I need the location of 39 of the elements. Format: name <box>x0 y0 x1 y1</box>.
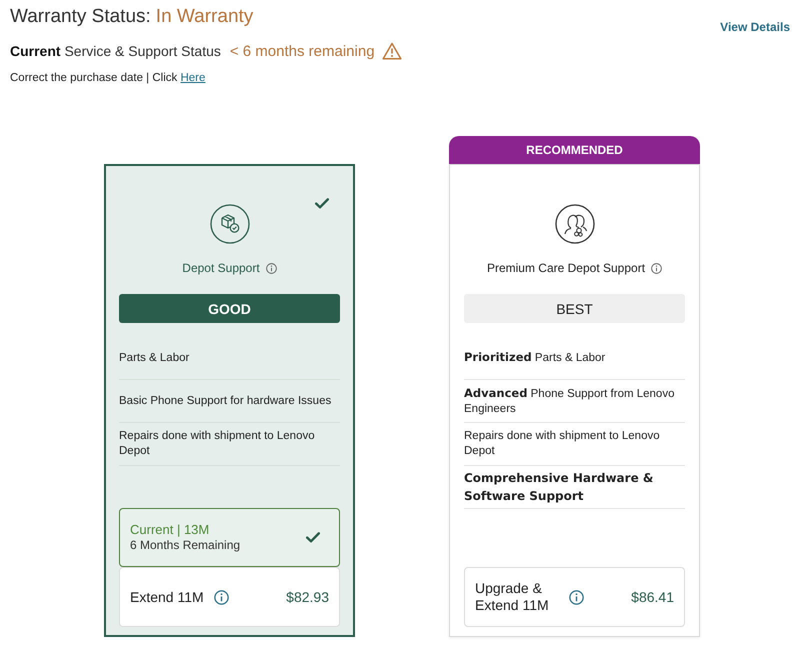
info-icon[interactable] <box>266 262 277 274</box>
extend-label: Upgrade & Extend 11M <box>475 580 550 614</box>
tier-label: GOOD <box>119 294 340 323</box>
price-text: $86.41 <box>631 589 674 605</box>
remaining-time-text: < 6 months remaining <box>230 42 375 60</box>
price-text: $82.93 <box>286 589 329 605</box>
people-icon <box>554 204 594 244</box>
feature-text: Basic Phone Support for hardware Issues <box>119 394 332 408</box>
package-icon <box>210 204 250 244</box>
check-icon <box>315 198 329 209</box>
plan-card[interactable] <box>449 164 700 637</box>
feature-text: Prioritized Parts & Labor <box>464 350 606 366</box>
plan-card[interactable]: Depot Support GOOD Parts & Labor Basic Phone Support for hardware Issues Repairs done with shipment to Lenovo Depot Current | 13M 6 Months Remaining Extend 11M $82.93 <box>104 164 355 637</box>
tier-label: BEST <box>464 294 685 323</box>
feature-text: Repairs done with shipment to Lenovo Depot <box>119 429 316 459</box>
feature-text: Advanced Phone Support from Lenovo Engineers <box>464 386 676 416</box>
extend-label: Extend 11M <box>130 588 204 606</box>
here-link[interactable]: Here <box>180 72 206 84</box>
info-icon[interactable] <box>214 590 229 604</box>
plan-name: Depot Support <box>182 261 260 275</box>
purchase-date-note: Correct the purchase date | Click Here <box>10 71 206 86</box>
feature-text: Comprehensive Hardware & Software Support <box>464 470 654 505</box>
warranty-status-value: In Warranty <box>156 5 254 29</box>
remaining-months-text: 6 Months Remaining <box>130 538 240 553</box>
info-icon[interactable] <box>651 262 662 274</box>
info-icon[interactable] <box>569 590 584 604</box>
current-plan-option[interactable]: Current | 13M 6 Months Remaining <box>119 508 340 567</box>
view-details-link[interactable]: View Details <box>720 20 790 34</box>
warning-icon <box>382 42 402 60</box>
extend-option[interactable]: Extend 11M $82.93 <box>119 567 340 627</box>
support-status-label: Current Service & Support Status <box>10 43 221 59</box>
feature-text: Repairs done with shipment to Lenovo Depot <box>464 429 661 459</box>
current-plan-title: Current | 13M <box>130 522 210 538</box>
extend-option[interactable]: Upgrade & Extend 11M $86.41 <box>464 567 685 627</box>
plan-name: Premium Care Depot Support <box>486 261 646 275</box>
warranty-status-label: Warranty Status: <box>10 5 151 29</box>
feature-text: Parts & Labor <box>119 350 190 366</box>
recommended-badge: RECOMMENDED <box>449 136 700 164</box>
check-icon <box>306 532 320 543</box>
